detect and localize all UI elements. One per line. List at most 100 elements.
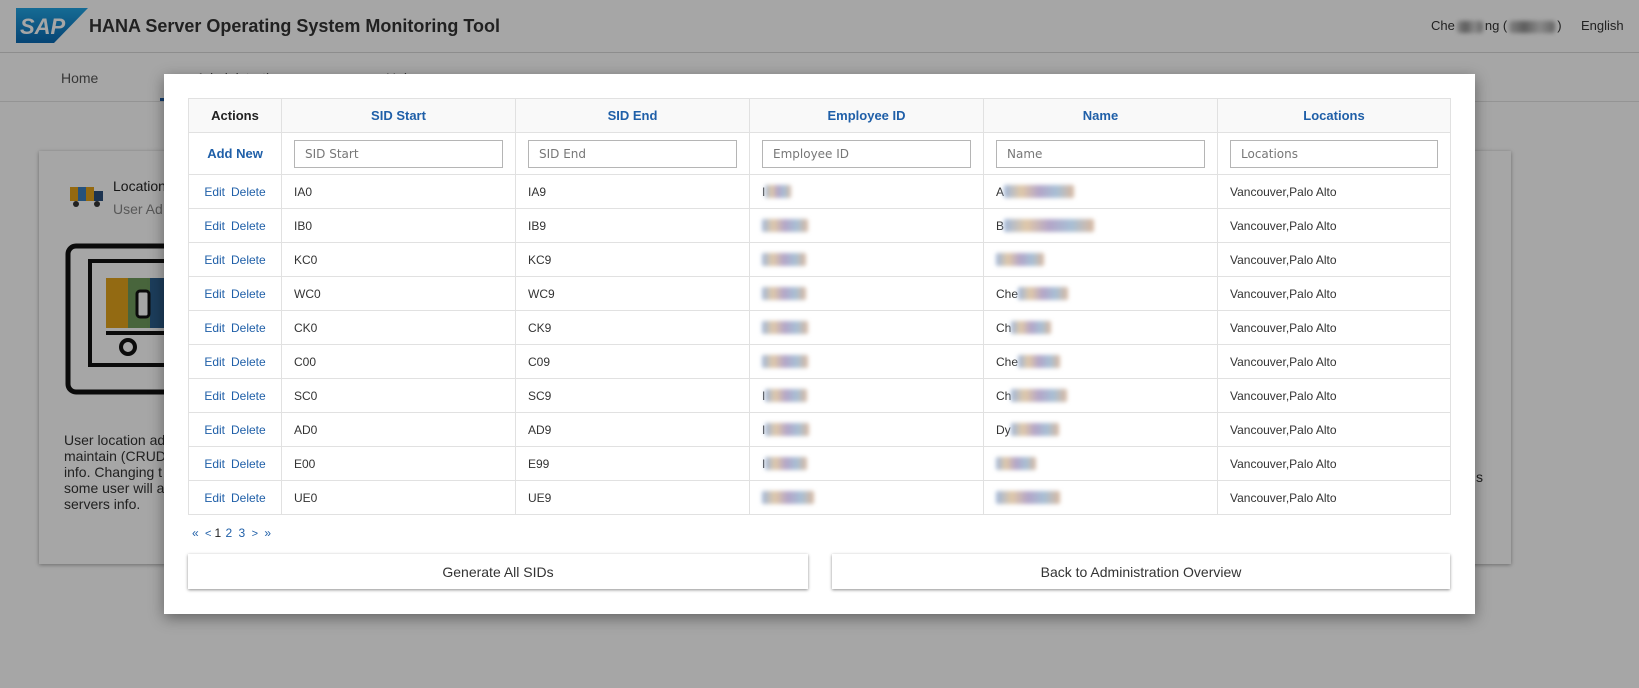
- delete-link[interactable]: Delete: [231, 491, 266, 505]
- delete-link[interactable]: Delete: [231, 457, 266, 471]
- row-actions: Edit Delete: [188, 276, 282, 311]
- employee-id-cell: I: [749, 174, 984, 209]
- generate-all-sids-button[interactable]: Generate All SIDs: [188, 554, 808, 589]
- edit-link[interactable]: Edit: [204, 355, 225, 369]
- edit-link[interactable]: Edit: [204, 491, 225, 505]
- table-row: Edit Delete CK0 CK9 Ch Vancouver,Palo Alto: [188, 310, 1451, 345]
- employee-id-cell: [749, 310, 984, 345]
- delete-link[interactable]: Delete: [231, 185, 266, 199]
- first-page-link[interactable]: «: [192, 526, 199, 540]
- row-actions: Edit Delete: [188, 174, 282, 209]
- page-link-2[interactable]: 2: [226, 526, 233, 540]
- edit-link[interactable]: Edit: [204, 253, 225, 267]
- page-link-3[interactable]: 3: [239, 526, 246, 540]
- locations-cell: Vancouver,Palo Alto: [1217, 242, 1451, 277]
- delete-link[interactable]: Delete: [231, 423, 266, 437]
- sid-end-cell: KC9: [515, 242, 750, 277]
- delete-link[interactable]: Delete: [231, 253, 266, 267]
- row-actions: Edit Delete: [188, 480, 282, 515]
- sid-start-filter[interactable]: [294, 139, 503, 168]
- locations-filter[interactable]: [1230, 139, 1438, 168]
- redacted-name: [1018, 287, 1069, 301]
- column-header-sid-start[interactable]: SID Start: [281, 98, 516, 133]
- employee-id-cell: [749, 344, 984, 379]
- sid-end-cell: UE9: [515, 480, 750, 515]
- sid-start-cell: IA0: [281, 174, 516, 209]
- table-row: Edit Delete KC0 KC9 Vancouver,Palo Alto: [188, 242, 1451, 277]
- add-new-link[interactable]: Add New: [207, 146, 263, 161]
- edit-link[interactable]: Edit: [204, 423, 225, 437]
- name-filter[interactable]: [996, 139, 1205, 168]
- name-cell: [983, 242, 1218, 277]
- redacted-employee-id: [762, 491, 814, 505]
- redacted-name: [1011, 321, 1052, 335]
- sid-end-filter[interactable]: [528, 139, 737, 168]
- sid-end-cell: CK9: [515, 310, 750, 345]
- name-cell: Che: [983, 344, 1218, 379]
- name-cell: Ch: [983, 310, 1218, 345]
- redacted-employee-id: [762, 355, 808, 369]
- row-actions: Edit Delete: [188, 378, 282, 413]
- employee-id-cell: [749, 276, 984, 311]
- locations-cell: Vancouver,Palo Alto: [1217, 480, 1451, 515]
- sid-start-cell: C00: [281, 344, 516, 379]
- table-header-row: Actions SID Start SID End Employee ID Na…: [188, 98, 1451, 133]
- edit-link[interactable]: Edit: [204, 185, 225, 199]
- prev-page-link[interactable]: <: [205, 528, 211, 540]
- delete-link[interactable]: Delete: [231, 219, 266, 233]
- sid-end-cell: E99: [515, 446, 750, 481]
- employee-id-cell: [749, 480, 984, 515]
- sid-start-cell: IB0: [281, 208, 516, 243]
- name-cell: A: [983, 174, 1218, 209]
- employee-id-filter[interactable]: [762, 139, 971, 168]
- row-actions: Edit Delete: [188, 208, 282, 243]
- column-header-employee-id[interactable]: Employee ID: [749, 98, 984, 133]
- employee-id-cell: I: [749, 446, 984, 481]
- sid-start-cell: AD0: [281, 412, 516, 447]
- redacted-name: [996, 491, 1060, 505]
- row-actions: Edit Delete: [188, 242, 282, 277]
- back-to-admin-overview-button[interactable]: Back to Administration Overview: [832, 554, 1450, 589]
- next-page-link[interactable]: >: [252, 528, 258, 540]
- redacted-employee-id: [765, 389, 808, 403]
- add-new-cell: Add New: [188, 132, 282, 175]
- page-link-1[interactable]: 1: [214, 526, 221, 540]
- edit-link[interactable]: Edit: [204, 287, 225, 301]
- employee-id-cell: I: [749, 412, 984, 447]
- table-row: Edit Delete IB0 IB9 B Vancouver,Palo Alto: [188, 208, 1451, 243]
- delete-link[interactable]: Delete: [231, 389, 266, 403]
- employee-id-cell: [749, 242, 984, 277]
- redacted-name: [996, 457, 1036, 471]
- name-cell: [983, 480, 1218, 515]
- edit-link[interactable]: Edit: [204, 457, 225, 471]
- column-header-name[interactable]: Name: [983, 98, 1218, 133]
- column-header-locations[interactable]: Locations: [1217, 98, 1451, 133]
- redacted-name: [996, 253, 1044, 267]
- sid-start-cell: UE0: [281, 480, 516, 515]
- name-cell: Ch: [983, 378, 1218, 413]
- locations-cell: Vancouver,Palo Alto: [1217, 446, 1451, 481]
- column-header-sid-end[interactable]: SID End: [515, 98, 750, 133]
- redacted-employee-id: [762, 219, 808, 233]
- redacted-employee-id: [762, 321, 808, 335]
- last-page-link[interactable]: »: [264, 526, 271, 540]
- name-cell: Dy: [983, 412, 1218, 447]
- redacted-employee-id: [762, 253, 806, 267]
- sid-end-cell: IA9: [515, 174, 750, 209]
- sid-end-cell: WC9: [515, 276, 750, 311]
- delete-link[interactable]: Delete: [231, 321, 266, 335]
- edit-link[interactable]: Edit: [204, 321, 225, 335]
- delete-link[interactable]: Delete: [231, 287, 266, 301]
- sid-end-cell: C09: [515, 344, 750, 379]
- redacted-employee-id: [765, 185, 792, 199]
- table-row: Edit Delete C00 C09 Che Vancouver,Palo Alto: [188, 344, 1451, 379]
- redacted-name: [1010, 423, 1059, 437]
- column-header-actions: Actions: [188, 98, 282, 133]
- sid-start-cell: KC0: [281, 242, 516, 277]
- delete-link[interactable]: Delete: [231, 355, 266, 369]
- edit-link[interactable]: Edit: [204, 219, 225, 233]
- edit-link[interactable]: Edit: [204, 389, 225, 403]
- redacted-employee-id: [765, 457, 808, 471]
- redacted-employee-id: [762, 287, 806, 301]
- table-row: Edit Delete AD0 AD9 I Dy Vancouver,Palo Alto: [188, 412, 1451, 447]
